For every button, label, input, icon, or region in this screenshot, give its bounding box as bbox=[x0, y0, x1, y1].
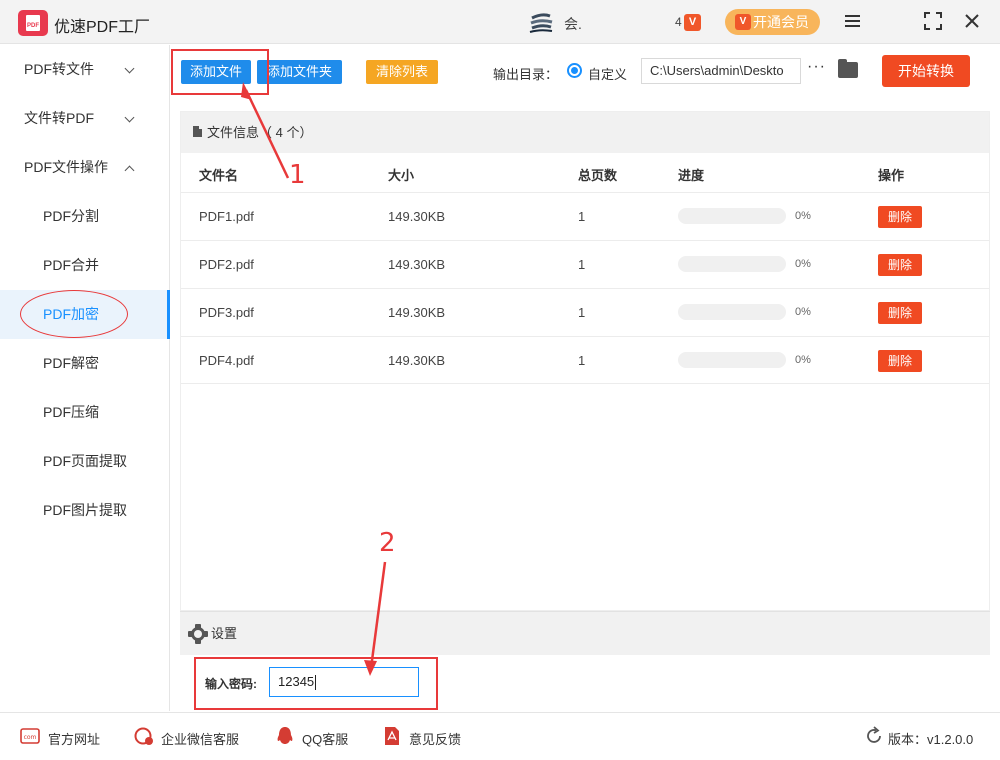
sidebar-group-pdf-operations[interactable]: PDF文件操作 bbox=[0, 143, 170, 192]
progress-text: 0% bbox=[795, 210, 811, 222]
document-icon bbox=[193, 126, 202, 137]
footer: com 官方网址 企业微信客服 QQ客服 意见反馈 版本：v1.2.0.0 bbox=[0, 712, 1000, 760]
feedback-icon[interactable] bbox=[382, 726, 402, 746]
settings-title: 设置 bbox=[211, 626, 238, 641]
sidebar-item-pdf-page-extract[interactable]: PDF页面提取 bbox=[0, 437, 170, 486]
sidebar-item-pdf-compress[interactable]: PDF压缩 bbox=[0, 388, 170, 437]
user-name[interactable]: 会. bbox=[564, 14, 582, 34]
column-header-size: 大小 bbox=[388, 168, 415, 183]
app-title: 优速PDF工厂 bbox=[54, 19, 151, 36]
sidebar-group-label: 文件转PDF bbox=[24, 110, 94, 126]
sidebar-group-label: PDF文件操作 bbox=[24, 159, 108, 175]
file-info-title: 文件信息（ 4 个） bbox=[207, 125, 313, 140]
progress-text: 0% bbox=[795, 306, 811, 318]
sidebar-item-pdf-split[interactable]: PDF分割 bbox=[0, 192, 170, 241]
vip-badge-icon: V bbox=[684, 14, 701, 31]
clear-list-button[interactable]: 清除列表 bbox=[366, 60, 438, 84]
delete-button[interactable]: 删除 bbox=[878, 206, 922, 228]
refresh-icon[interactable] bbox=[864, 726, 884, 746]
output-dir-label: 输出目录： bbox=[493, 67, 559, 82]
column-header-progress: 进度 bbox=[678, 168, 705, 183]
sidebar-group-file-to-pdf[interactable]: 文件转PDF bbox=[0, 94, 170, 143]
vip-level: 4 bbox=[675, 15, 682, 29]
file-list-panel: 文件信息（ 4 个） 文件名 大小 总页数 进度 操作 PDF1.pdf 149… bbox=[180, 111, 990, 611]
website-link[interactable]: 官方网址 bbox=[48, 729, 100, 748]
chevron-down-icon bbox=[124, 112, 135, 123]
menu-icon[interactable] bbox=[842, 10, 864, 32]
progress-bar bbox=[678, 352, 786, 368]
delete-button[interactable]: 删除 bbox=[878, 254, 922, 276]
logo-text: PDF bbox=[27, 23, 39, 29]
progress-bar bbox=[678, 256, 786, 272]
password-value: 12345 bbox=[278, 674, 315, 689]
column-header-pages: 总页数 bbox=[578, 168, 618, 183]
text-caret bbox=[315, 675, 317, 691]
file-size: 149.30KB bbox=[388, 209, 446, 224]
app-logo-icon: PDF bbox=[18, 10, 48, 36]
file-pages: 1 bbox=[578, 257, 586, 272]
file-size: 149.30KB bbox=[388, 353, 446, 368]
file-name: PDF1.pdf bbox=[199, 209, 254, 224]
website-icon[interactable]: com bbox=[20, 726, 40, 746]
sidebar-item-pdf-encrypt[interactable]: PDF加密 bbox=[0, 290, 170, 339]
progress-text: 0% bbox=[795, 354, 811, 366]
file-name: PDF4.pdf bbox=[199, 353, 254, 368]
progress-bar bbox=[678, 208, 786, 224]
file-info-header: 文件信息（ 4 个） bbox=[181, 112, 989, 153]
progress-text: 0% bbox=[795, 258, 811, 270]
custom-output-label[interactable]: 自定义 bbox=[588, 64, 627, 83]
sidebar-group-label: PDF转文件 bbox=[24, 61, 94, 77]
annotation-arrowhead-1 bbox=[241, 82, 252, 100]
open-vip-button[interactable]: V 开通会员 bbox=[725, 9, 820, 35]
sidebar-item-pdf-merge[interactable]: PDF合并 bbox=[0, 241, 170, 290]
folder-icon[interactable] bbox=[838, 59, 858, 78]
svg-text:com: com bbox=[24, 734, 37, 741]
wechat-service-link[interactable]: 企业微信客服 bbox=[161, 729, 239, 748]
settings-bar: 设置 bbox=[180, 611, 990, 655]
file-pages: 1 bbox=[578, 305, 586, 320]
password-label: 输入密码: bbox=[205, 677, 257, 691]
file-pages: 1 bbox=[578, 353, 586, 368]
file-name: PDF2.pdf bbox=[199, 257, 254, 272]
close-icon[interactable] bbox=[961, 10, 983, 32]
sidebar-group-pdf-to-file[interactable]: PDF转文件 bbox=[0, 45, 170, 94]
file-name: PDF3.pdf bbox=[199, 305, 254, 320]
file-size: 149.30KB bbox=[388, 305, 446, 320]
sidebar: PDF转文件 文件转PDF PDF文件操作 PDF分割 PDF合并 PDF加密 … bbox=[0, 45, 170, 711]
qq-service-link[interactable]: QQ客服 bbox=[302, 729, 348, 748]
title-bar: PDF 优速PDF工厂 会. 4 V V 开通会员 bbox=[0, 0, 1000, 44]
qq-icon[interactable] bbox=[275, 726, 295, 746]
file-size: 149.30KB bbox=[388, 257, 446, 272]
table-row[interactable]: PDF3.pdf 149.30KB 1 0% 删除 bbox=[181, 288, 989, 336]
delete-button[interactable]: 删除 bbox=[878, 302, 922, 324]
vip-crown-icon: V bbox=[735, 14, 751, 30]
table-row[interactable]: PDF4.pdf 149.30KB 1 0% 删除 bbox=[181, 336, 989, 384]
maximize-icon[interactable] bbox=[922, 10, 944, 32]
chevron-up-icon bbox=[124, 165, 135, 176]
column-header-action: 操作 bbox=[878, 168, 905, 183]
add-folder-button[interactable]: 添加文件夹 bbox=[257, 60, 342, 84]
gear-hub bbox=[194, 630, 202, 638]
chevron-down-icon bbox=[124, 63, 135, 74]
sidebar-item-pdf-image-extract[interactable]: PDF图片提取 bbox=[0, 486, 170, 535]
version-text: 版本：v1.2.0.0 bbox=[888, 732, 974, 747]
table-row[interactable]: PDF2.pdf 149.30KB 1 0% 删除 bbox=[181, 240, 989, 288]
wechat-service-icon[interactable] bbox=[134, 726, 154, 746]
sidebar-item-pdf-decrypt[interactable]: PDF解密 bbox=[0, 339, 170, 388]
column-header-name: 文件名 bbox=[199, 168, 239, 183]
feedback-link[interactable]: 意见反馈 bbox=[409, 729, 461, 748]
delete-button[interactable]: 删除 bbox=[878, 350, 922, 372]
table-row[interactable]: PDF1.pdf 149.30KB 1 0% 删除 bbox=[181, 192, 989, 240]
user-avatar-icon[interactable] bbox=[528, 12, 556, 34]
progress-bar bbox=[678, 304, 786, 320]
output-path-field[interactable]: C:\Users\admin\Deskto bbox=[641, 58, 801, 84]
more-options-button[interactable]: ··· bbox=[807, 58, 826, 76]
custom-output-radio[interactable] bbox=[567, 63, 582, 78]
start-convert-button[interactable]: 开始转换 bbox=[882, 55, 970, 87]
open-vip-label: 开通会员 bbox=[753, 14, 809, 30]
add-file-button[interactable]: 添加文件 bbox=[181, 60, 251, 84]
file-pages: 1 bbox=[578, 209, 586, 224]
password-input[interactable]: 12345 bbox=[269, 667, 419, 697]
